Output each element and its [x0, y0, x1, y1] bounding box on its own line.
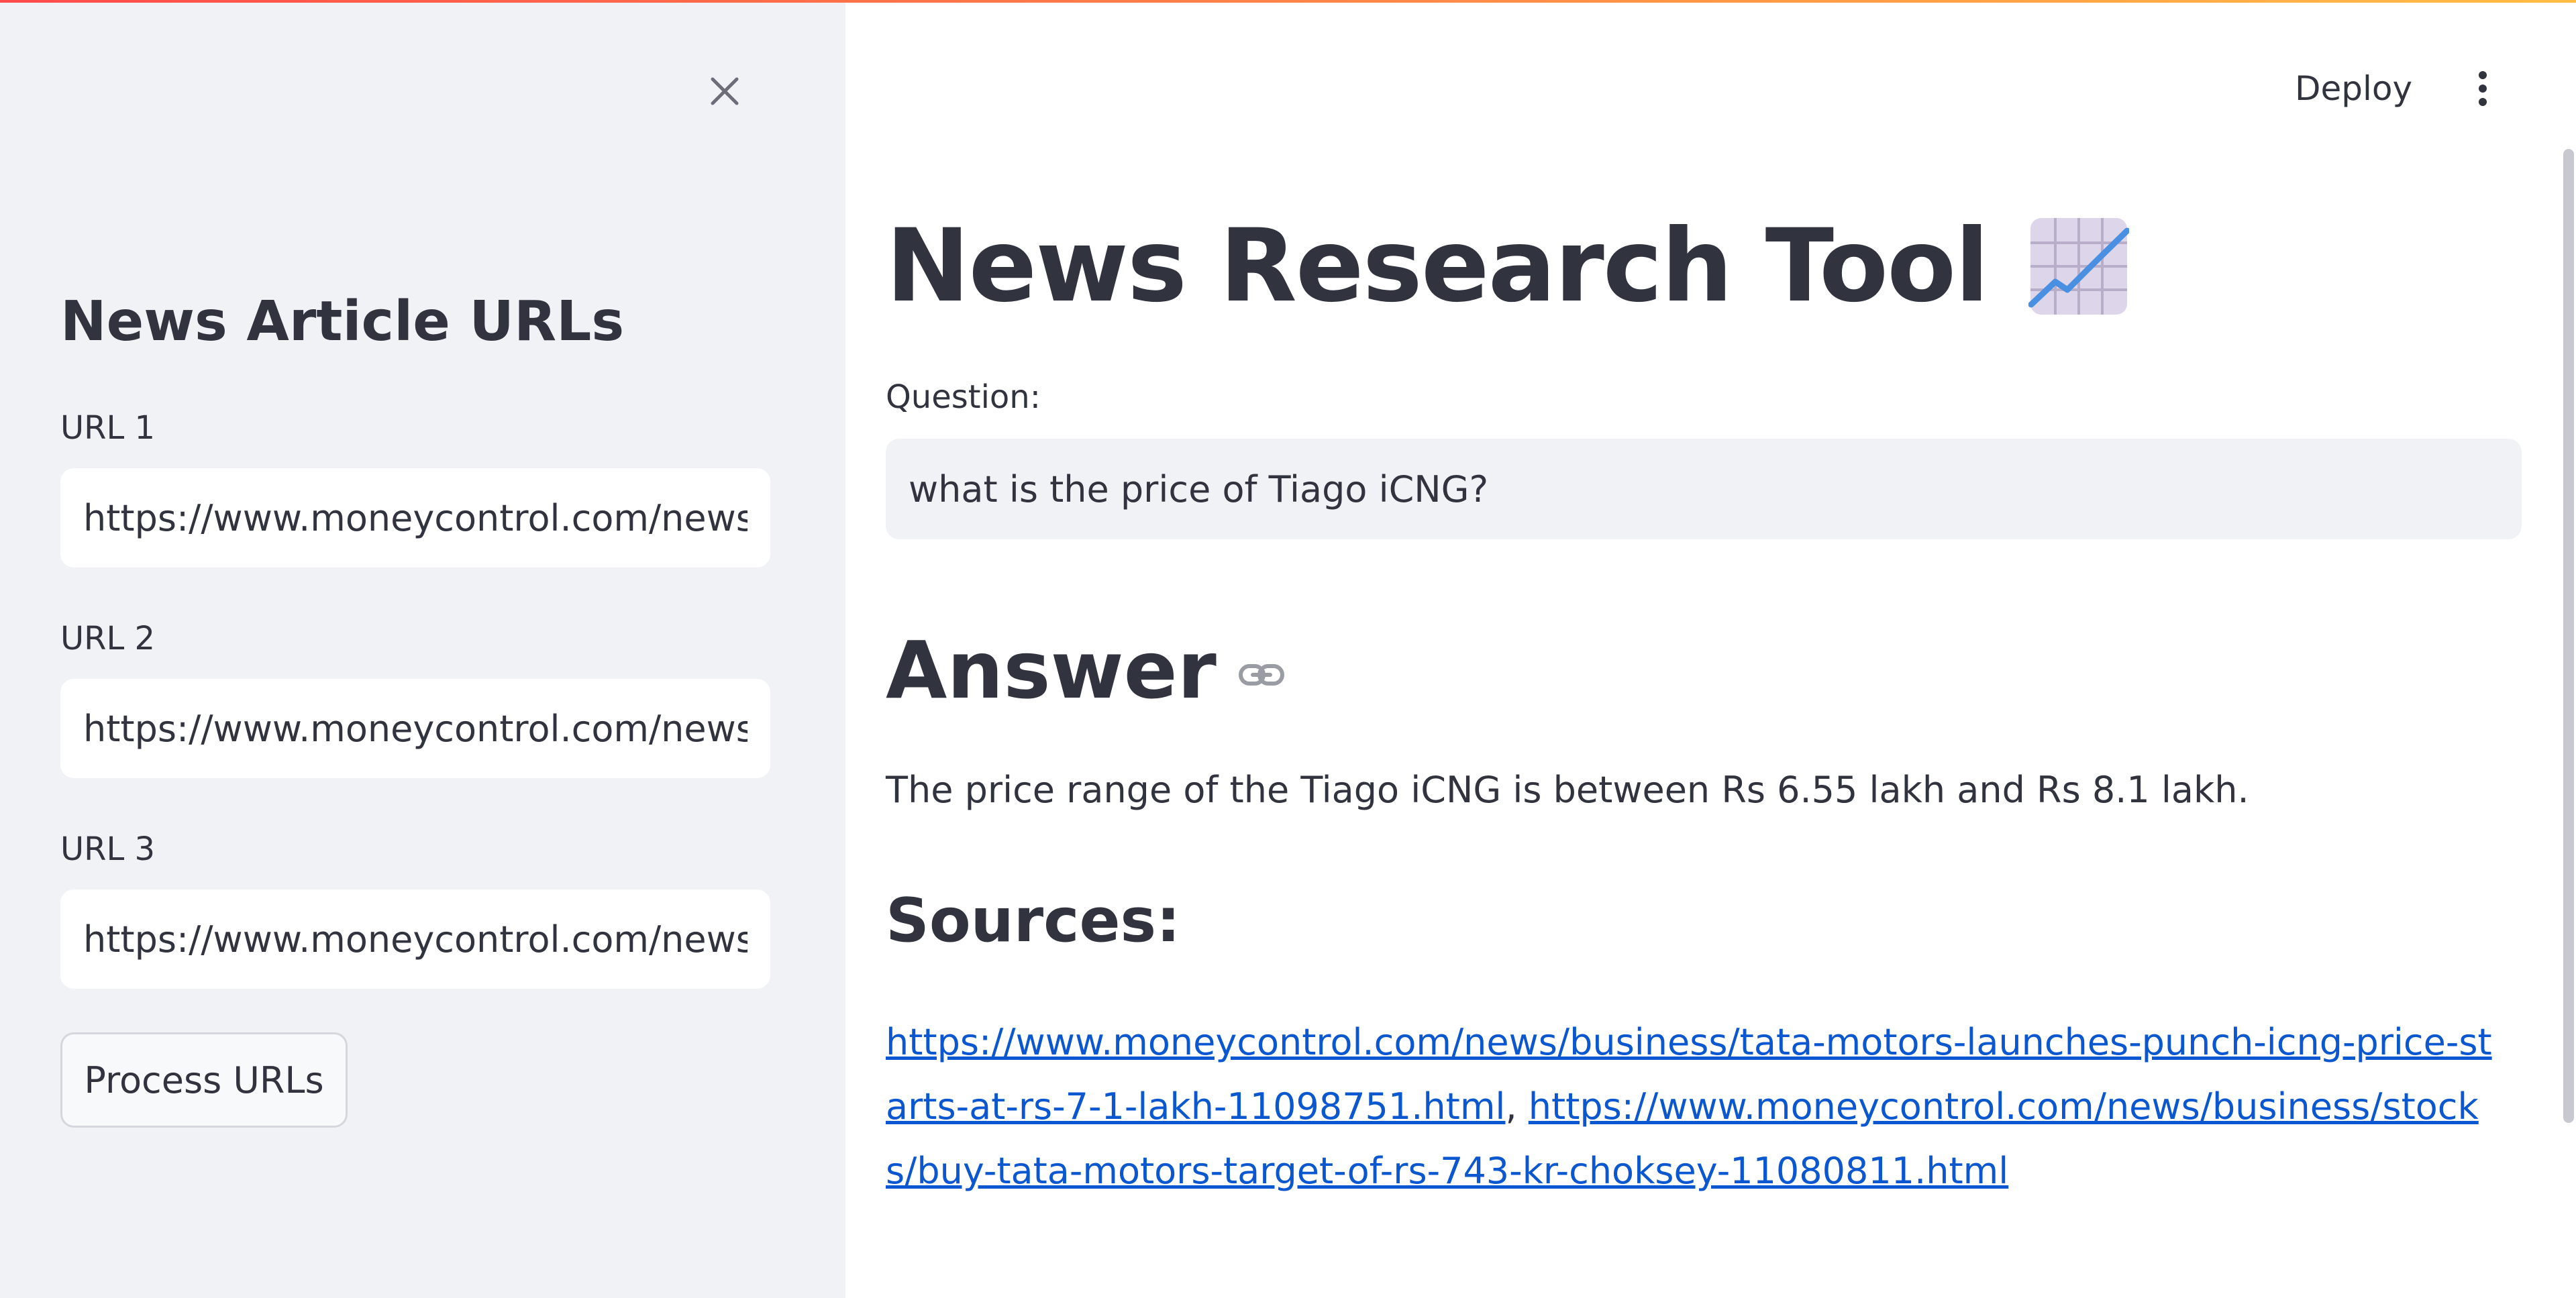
question-input[interactable] — [909, 468, 2499, 510]
sidebar: News Article URLs URL 1 URL 2 URL 3 Proc… — [0, 3, 845, 1298]
main-menu-button[interactable] — [2461, 60, 2504, 117]
question-field-container — [886, 439, 2522, 539]
page-title-text: News Research Tool — [886, 208, 1990, 325]
url-3-field-container — [60, 889, 770, 989]
vertical-dots-icon — [2479, 71, 2487, 106]
link-icon[interactable] — [1237, 650, 1286, 700]
sidebar-title: News Article URLs — [60, 290, 625, 354]
chart-increasing-icon — [2028, 218, 2129, 315]
url-3-label: URL 3 — [60, 830, 156, 868]
sidebar-close-button[interactable] — [703, 70, 746, 113]
answer-heading-text: Answer — [886, 624, 1217, 716]
sources-separator: , — [1505, 1085, 1529, 1128]
close-icon — [711, 77, 739, 105]
page-title: News Research Tool — [886, 208, 2129, 325]
url-2-label: URL 2 — [60, 620, 156, 657]
question-label: Question: — [886, 378, 1041, 416]
url-1-input[interactable] — [83, 496, 748, 539]
process-urls-button[interactable]: Process URLs — [60, 1032, 348, 1128]
deploy-button[interactable]: Deploy — [2295, 64, 2412, 113]
url-2-field-container — [60, 679, 770, 778]
answer-text: The price range of the Tiago iCNG is bet… — [886, 769, 2249, 811]
url-1-field-container — [60, 468, 770, 567]
sources-heading: Sources: — [886, 885, 1181, 956]
url-2-input[interactable] — [83, 707, 748, 750]
url-3-input[interactable] — [83, 918, 748, 961]
main-scrollbar[interactable] — [2563, 149, 2574, 1123]
sources-list: https://www.moneycontrol.com/news/busine… — [886, 1010, 2496, 1203]
url-1-label: URL 1 — [60, 409, 156, 447]
answer-heading: Answer — [886, 624, 1286, 716]
